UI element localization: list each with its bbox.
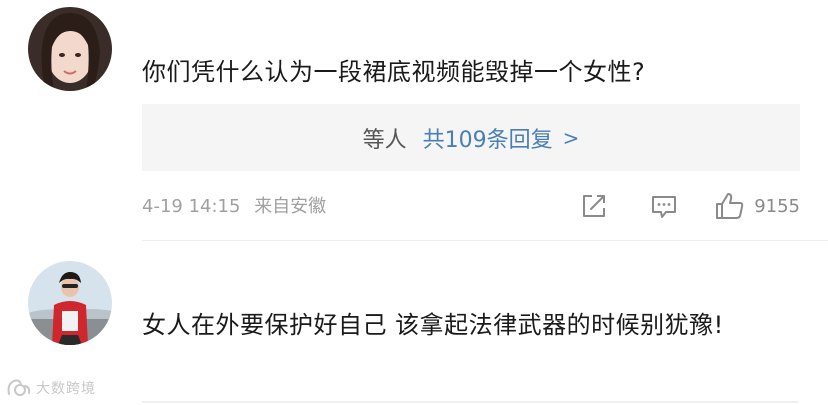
comment-item: 你们凭什么认为一段裙底视频能毁掉一个女性? 等人 共109条回复 > 4-19 … bbox=[0, 0, 828, 240]
comment-actions: 9155 bbox=[580, 188, 800, 224]
avatar-image bbox=[28, 261, 112, 345]
like-button[interactable]: 9155 bbox=[714, 190, 800, 222]
share-button[interactable] bbox=[580, 192, 608, 220]
thumbs-up-icon bbox=[716, 193, 744, 219]
reply-preview-button[interactable]: 等人 共109条回复 > bbox=[142, 104, 800, 171]
watermark: 大数跨境 bbox=[6, 378, 96, 398]
location-source: 来自安徽 bbox=[254, 196, 327, 217]
avatar-image bbox=[28, 7, 112, 91]
avatar[interactable] bbox=[28, 261, 112, 345]
watermark-logo-icon bbox=[7, 379, 31, 396]
comment-icon bbox=[652, 196, 677, 218]
comment-text: 女人在外要保护好自己 该拿起法律武器的时候别犹豫! bbox=[142, 311, 724, 339]
avatar[interactable] bbox=[28, 7, 112, 91]
share-icon bbox=[583, 195, 606, 217]
comment-item: 女人在外要保护好自己 该拿起法律武器的时候别犹豫! bbox=[0, 241, 828, 405]
watermark-text: 大数跨境 bbox=[36, 381, 96, 397]
chevron-right-icon: > bbox=[562, 125, 580, 150]
comment-text: 你们凭什么认为一段裙底视频能毁掉一个女性? bbox=[142, 58, 646, 86]
reply-users-label: 等人 bbox=[362, 127, 407, 153]
reply-button[interactable] bbox=[650, 192, 678, 220]
bottom-divider bbox=[142, 401, 798, 403]
like-count: 9155 bbox=[754, 195, 800, 217]
reply-count-link[interactable]: 共109条回复 bbox=[423, 122, 553, 154]
comment-meta: 4-19 14:15 来自安徽 bbox=[142, 194, 326, 220]
timestamp: 4-19 14:15 bbox=[142, 196, 241, 217]
